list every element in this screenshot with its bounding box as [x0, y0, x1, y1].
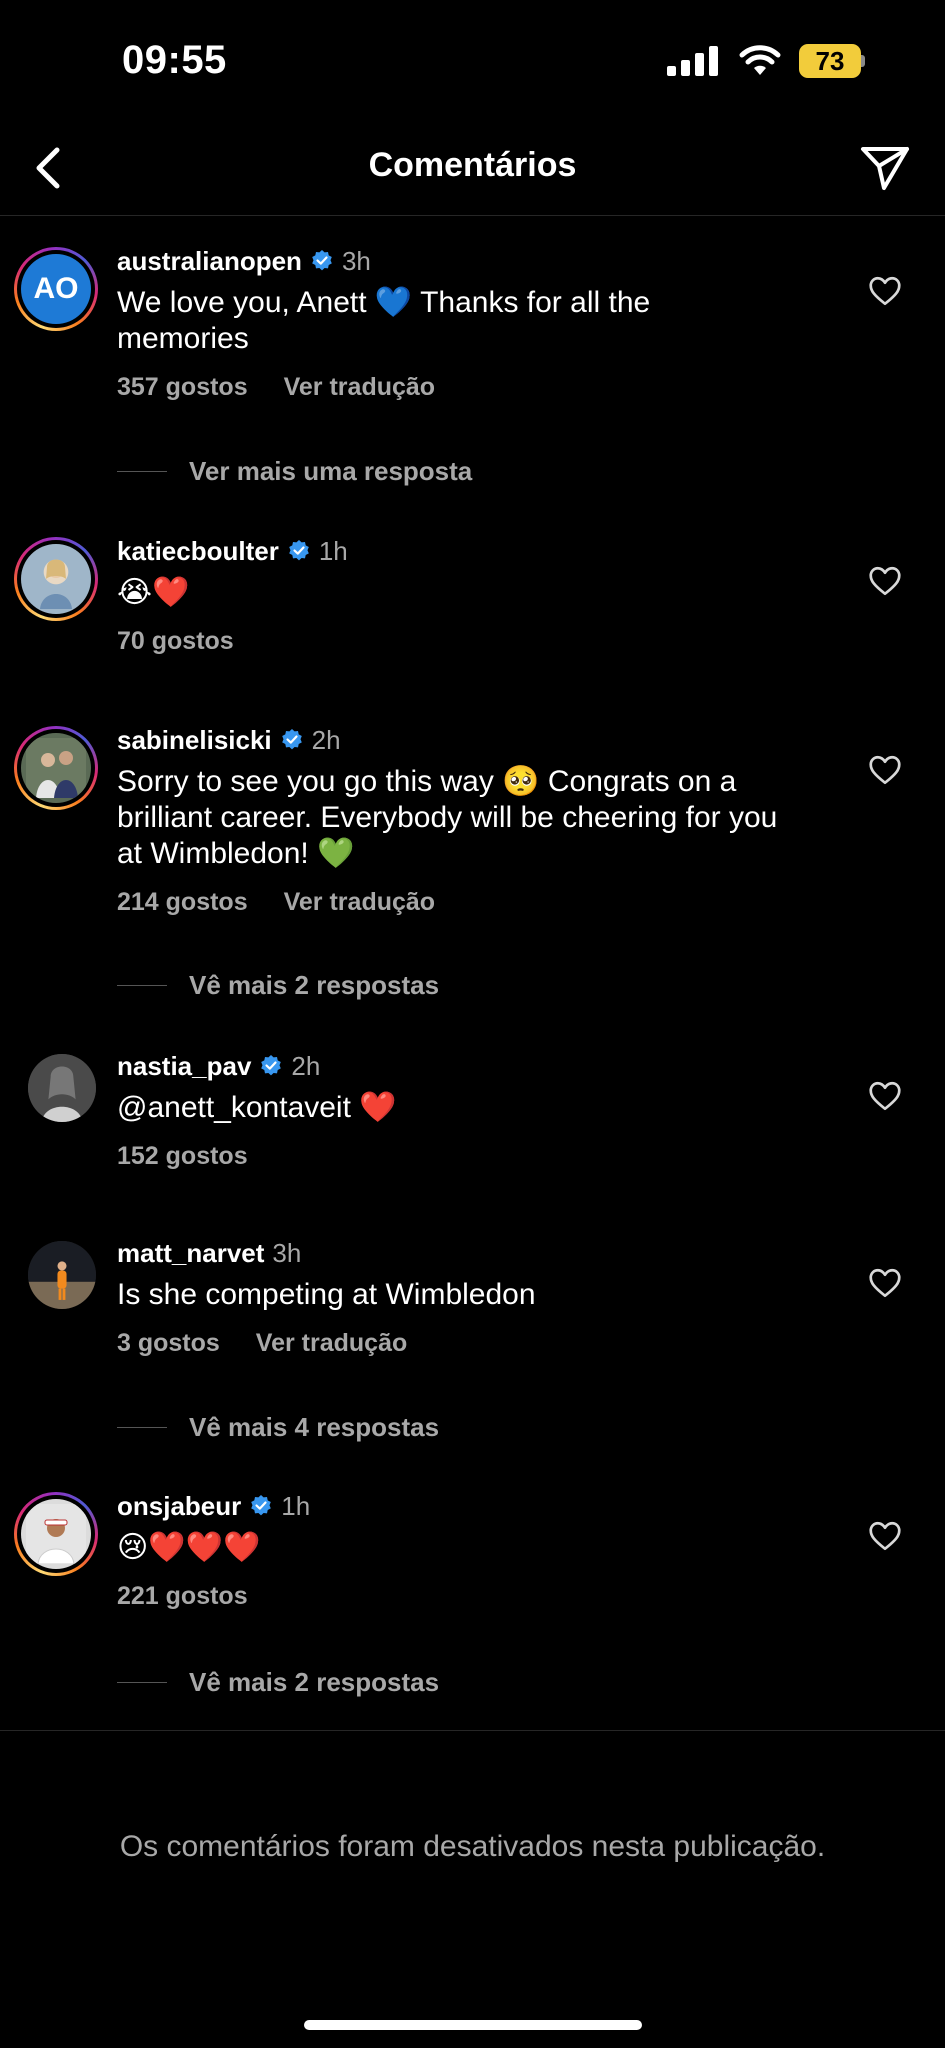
- likes-count[interactable]: 214 gostos: [117, 888, 248, 917]
- comment-text: 😭❤️: [117, 576, 190, 609]
- page-title: Comentários: [368, 146, 577, 184]
- ao-logo: AO: [33, 272, 79, 305]
- share-button[interactable]: [857, 140, 913, 196]
- comment-time: 3h: [341, 245, 371, 276]
- verified-icon: [251, 1495, 272, 1516]
- verified-icon: [312, 250, 332, 271]
- status-bar: 09:55 73: [0, 0, 945, 120]
- avatar[interactable]: [28, 1241, 96, 1309]
- divider: [0, 1730, 945, 1731]
- signal-icon: [667, 46, 718, 76]
- heart-outline-icon[interactable]: [867, 1265, 903, 1301]
- translate-link[interactable]: Ver tradução: [256, 1329, 407, 1358]
- status-time: 09:55: [122, 38, 227, 82]
- likes-count[interactable]: 357 gostos: [117, 373, 248, 402]
- avatar[interactable]: AO: [14, 247, 98, 331]
- battery-icon: 73: [799, 44, 865, 78]
- view-more-replies[interactable]: Vê mais 4 respostas: [117, 1412, 439, 1443]
- comment-time: 2h: [311, 724, 341, 755]
- heart-outline-icon[interactable]: [867, 752, 903, 788]
- comment-time: 2h: [291, 1050, 321, 1081]
- avatar[interactable]: [14, 537, 98, 621]
- comment-username[interactable]: katiecboulter: [117, 536, 279, 567]
- comment-username[interactable]: sabinelisicki: [117, 725, 272, 756]
- wifi-icon: [739, 45, 781, 75]
- home-indicator[interactable]: [304, 2020, 642, 2030]
- comment-time: 1h: [318, 535, 348, 566]
- comment-username[interactable]: nastia_pav: [117, 1051, 251, 1082]
- comment-username[interactable]: onsjabeur: [117, 1491, 241, 1522]
- comment-text: Sorry to see you go this way 🥺 Congrats …: [117, 765, 778, 870]
- comment-username[interactable]: australianopen: [117, 246, 302, 277]
- heart-outline-icon[interactable]: [867, 563, 903, 599]
- comments-header: Comentários: [0, 120, 945, 216]
- view-more-replies[interactable]: Ver mais uma resposta: [117, 456, 472, 487]
- likes-count[interactable]: 3 gostos: [117, 1329, 220, 1358]
- translate-link[interactable]: Ver tradução: [284, 888, 435, 917]
- verified-icon: [261, 1055, 282, 1076]
- comment-text: 😢❤️❤️❤️: [117, 1531, 261, 1564]
- likes-count[interactable]: 152 gostos: [117, 1142, 248, 1171]
- heart-outline-icon[interactable]: [867, 273, 903, 309]
- comment-text: We love you, Anett 💙 Thanks for all the …: [117, 286, 651, 355]
- heart-outline-icon[interactable]: [867, 1078, 903, 1114]
- verified-icon: [289, 540, 309, 561]
- avatar[interactable]: [14, 1492, 98, 1576]
- comment-time: 1h: [281, 1490, 311, 1521]
- comment-text: Is she competing at Wimbledon: [117, 1278, 536, 1311]
- avatar[interactable]: [14, 726, 98, 810]
- status-icons: 73: [667, 44, 865, 78]
- likes-count[interactable]: 70 gostos: [117, 627, 234, 656]
- view-more-replies[interactable]: Vê mais 2 respostas: [117, 970, 439, 1001]
- avatar[interactable]: [28, 1054, 96, 1122]
- send-icon: [861, 147, 909, 190]
- verified-icon: [281, 729, 302, 750]
- battery-level: 73: [799, 44, 861, 78]
- comment-text: @anett_kontaveit ❤️: [117, 1091, 397, 1124]
- heart-outline-icon[interactable]: [867, 1518, 903, 1554]
- comment-username[interactable]: matt_narvet: [117, 1238, 264, 1269]
- comments-disabled-note: Os comentários foram desativados nesta p…: [119, 1830, 826, 1863]
- translate-link[interactable]: Ver tradução: [284, 373, 435, 402]
- view-more-replies[interactable]: Vê mais 2 respostas: [117, 1667, 439, 1698]
- comment-time: 3h: [272, 1237, 302, 1268]
- likes-count[interactable]: 221 gostos: [117, 1582, 248, 1611]
